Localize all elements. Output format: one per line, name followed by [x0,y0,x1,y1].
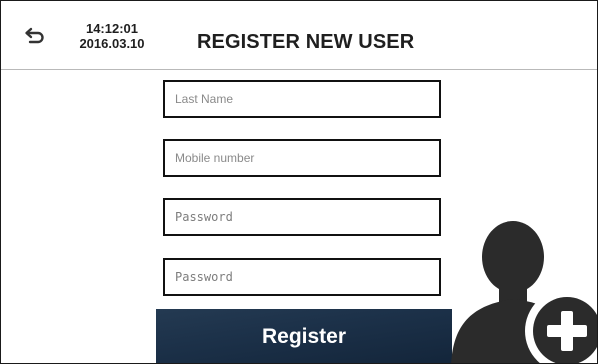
add-user-icon [451,221,597,363]
page-title: REGISTER NEW USER [197,31,415,53]
register-screen: 14:12:01 2016.03.10 REGISTER NEW USER Re… [0,0,598,364]
time-label: 14:12:01 [85,21,139,36]
last-name-input[interactable] [165,82,439,116]
password-input[interactable] [165,200,439,234]
password-field[interactable] [163,198,441,236]
date-label: 2016.03.10 [79,36,145,51]
confirm-password-field[interactable] [163,258,441,296]
last-name-field[interactable] [163,80,441,118]
datetime: 14:12:01 2016.03.10 [71,21,153,51]
confirm-password-input[interactable] [165,260,439,294]
register-button[interactable]: Register [156,309,452,363]
mobile-number-field[interactable] [163,139,441,177]
back-arrow-icon [25,27,44,44]
back-button[interactable] [21,25,49,47]
header-bar: 14:12:01 2016.03.10 REGISTER NEW USER [1,1,597,70]
register-button-label: Register [261,325,347,348]
mobile-number-input[interactable] [165,141,439,175]
